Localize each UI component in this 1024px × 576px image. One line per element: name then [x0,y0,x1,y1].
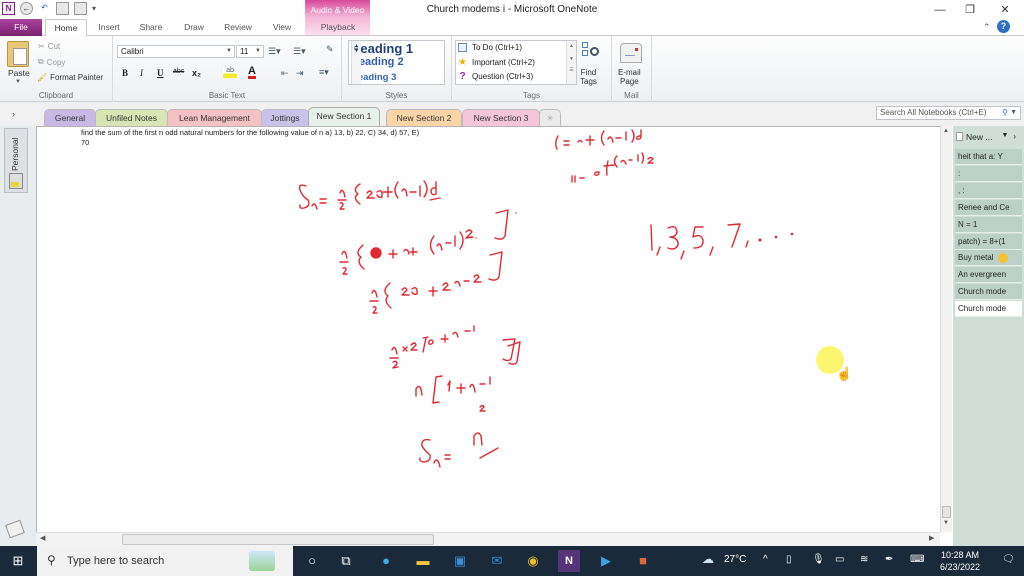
new-page-label: New ... [966,132,993,142]
touch-keyboard-icon[interactable]: ⌨ [910,554,924,565]
ink-step-4 [415,341,521,404]
weather-temperature[interactable]: 27°C [724,554,746,565]
windows-start-icon[interactable]: ⊞ [9,552,27,570]
handwriting-ink-layer: ☝ [298,129,852,468]
scroll-down-icon[interactable]: ▼ [943,520,949,526]
search-icon: ⚲ [47,553,56,567]
cortana-icon[interactable]: ○ [303,552,321,570]
page-item-label: Buy metal [958,253,994,262]
page-item[interactable]: Renee and Ce [955,200,1022,216]
page-item[interactable]: : [955,166,1022,182]
new-page-icon [956,132,963,141]
page-item[interactable]: , : [955,183,1022,199]
screen-recorder-icon[interactable]: ■ [634,552,652,570]
meet-now-icon[interactable]: ▯ [786,554,792,565]
clock-time: 10:28 AM [941,550,980,560]
taskbar-search-box[interactable]: ⚲ Type here to search [37,546,293,576]
wifi-icon[interactable]: ≋ [860,554,868,565]
microphone-icon[interactable]: 🎙 [812,554,825,565]
mail-icon[interactable]: ✉ [488,552,506,570]
clock-date: 6/23/2022 [940,562,981,572]
pen-icon[interactable]: ✒ [885,554,893,565]
ink-sequence [650,223,794,260]
taskbar-search-placeholder: Type here to search [67,555,165,567]
page-item[interactable]: patch) = 8+(1 [955,234,1022,250]
chevron-down-icon[interactable]: ▼ [1001,132,1008,142]
search-highlight-icon [249,551,275,571]
file-explorer-icon[interactable]: ▬ [414,552,432,570]
scroll-right-icon[interactable]: ▶ [929,534,934,542]
scroll-left-icon[interactable]: ◀ [40,534,45,542]
vertical-scroll-thumb[interactable] [942,506,951,518]
task-view-icon[interactable]: ⧉ [337,552,355,570]
page-horizontal-scrollbar[interactable]: ◀ ▶ [36,532,940,546]
page-item[interactable]: Church mode [955,284,1022,300]
edge-browser-icon[interactable]: ● [377,552,395,570]
notifications-icon[interactable]: 🗨 [1002,554,1015,565]
ink-nth-term-1 [555,129,642,150]
page-item[interactable]: heit that a: Y [955,149,1022,165]
new-page-button[interactable]: New ... ▼ › [956,132,1016,142]
hand-cursor-icon: ☝ [836,365,852,382]
emoji-icon [997,252,1008,263]
show-hidden-icons[interactable]: ^ [763,554,768,565]
weather-cloud-icon[interactable]: ☁ [702,552,714,566]
microsoft-store-icon[interactable]: ▣ [451,552,469,570]
ink-step-1 [339,209,517,275]
collapse-pages-icon[interactable]: › [1013,132,1016,142]
page-item[interactable]: N = 1 [955,217,1022,233]
video-editor-icon[interactable]: ▶ [597,552,615,570]
ink-result [419,404,499,468]
onenote-taskbar-icon[interactable]: N [558,550,580,572]
page-item-buy-metal[interactable]: Buy metal [955,250,1022,266]
page-vertical-scrollbar[interactable]: ▲ ▼ [940,126,952,532]
horizontal-scroll-thumb[interactable] [122,534,434,545]
ink-step-2 [369,251,503,314]
battery-icon[interactable]: ▭ [835,554,844,565]
pages-panel: New ... ▼ › heit that a: Y : , : Renee a… [953,126,1024,546]
chrome-icon[interactable]: ◉ [524,552,542,570]
ink-step-3 [389,325,516,369]
scroll-up-icon[interactable]: ▲ [943,128,949,134]
taskbar: ⊞ ⚲ Type here to search ○ ⧉ ● ▬ ▣ ✉ ◉ N … [0,546,1024,576]
page-item[interactable]: An evergreen [955,267,1022,283]
page-item-selected[interactable]: Church mode [955,301,1022,317]
ink-nth-term-2 [571,152,654,183]
ink-formula-sum [298,180,441,210]
system-clock[interactable]: 10:28 AM 6/23/2022 [940,549,980,573]
